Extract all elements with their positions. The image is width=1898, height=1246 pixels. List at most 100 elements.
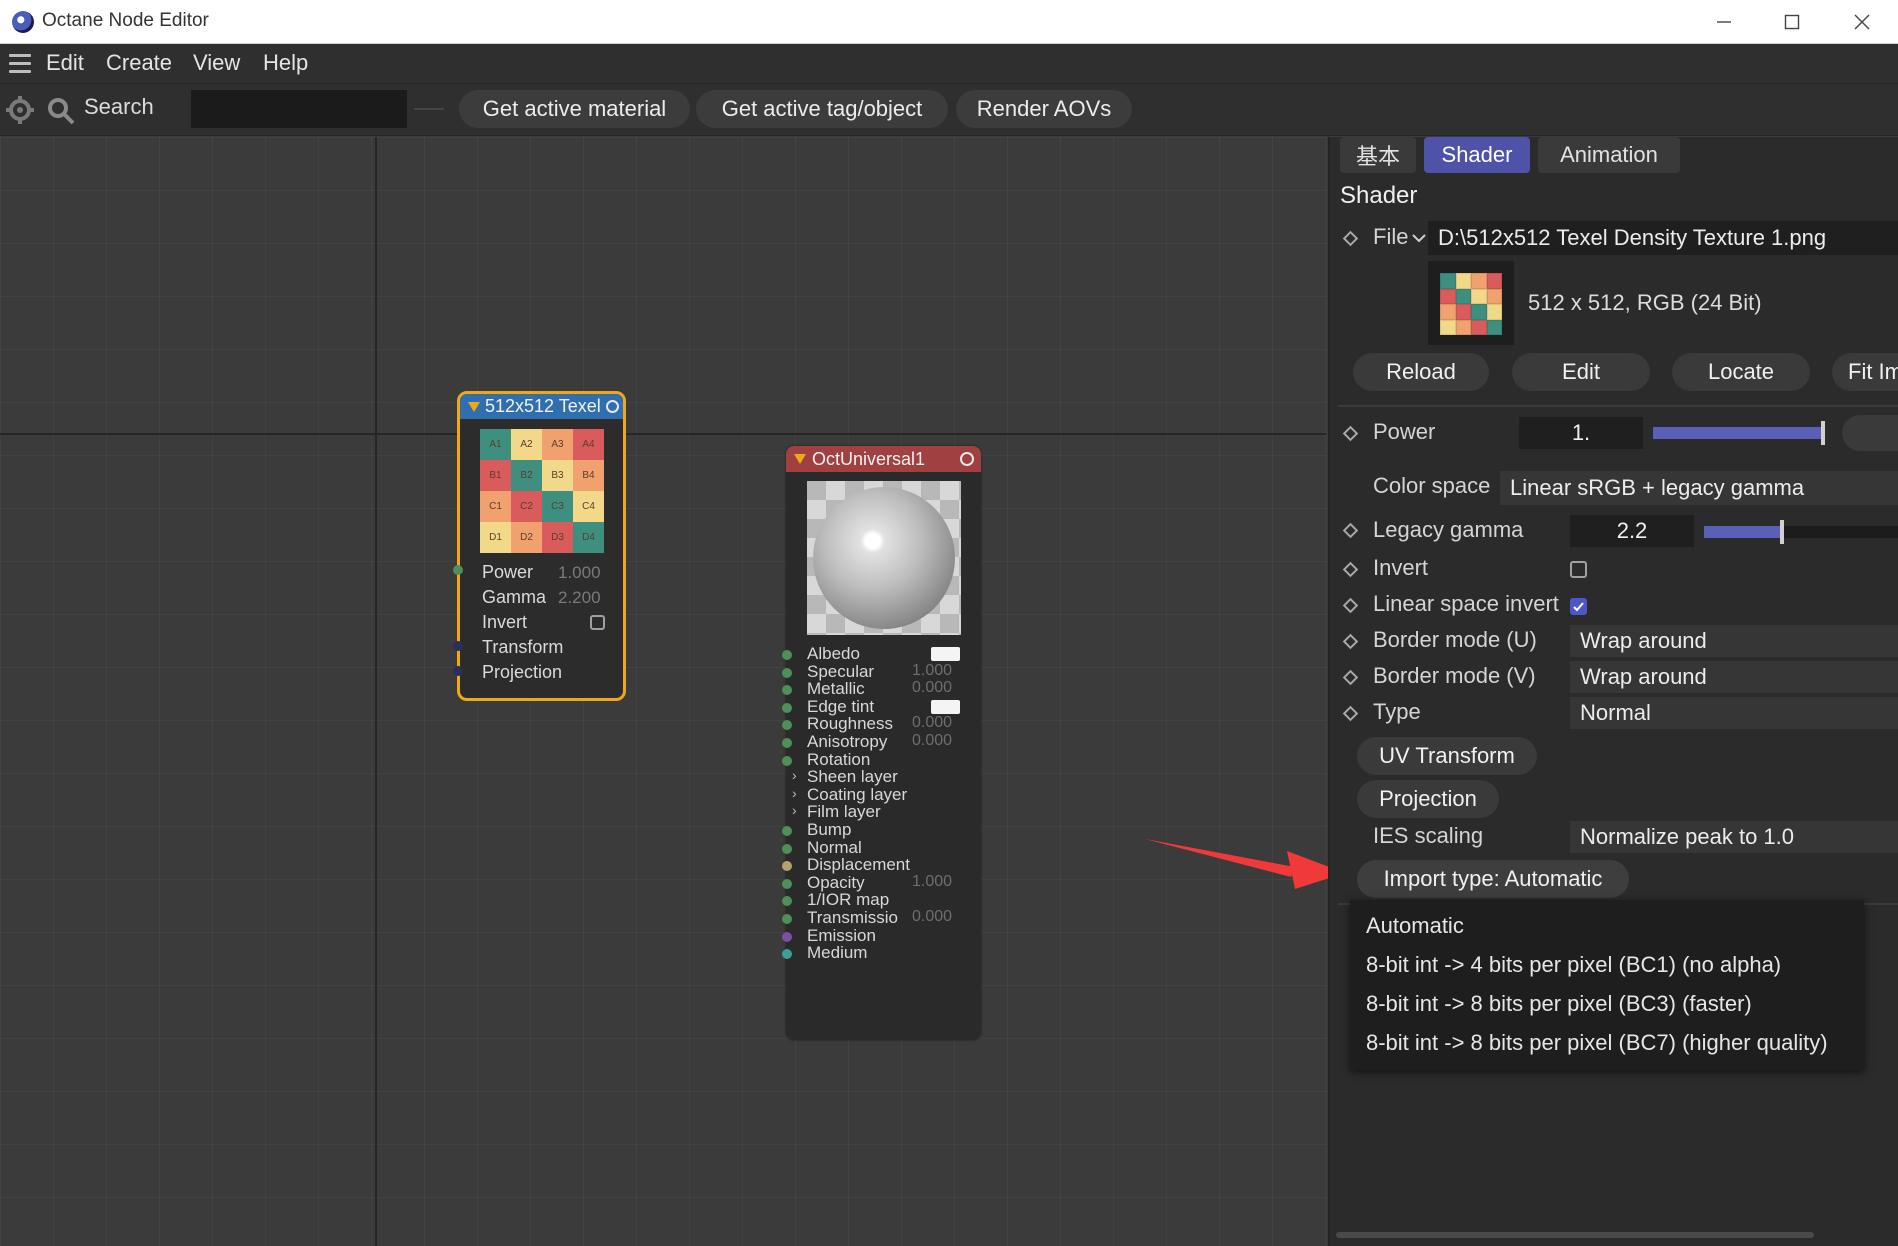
import-type-button[interactable]: Import type: Automatic [1357,860,1629,898]
chevron-right-icon[interactable]: › [792,767,797,783]
file-path-field[interactable]: D:\512x512 Texel Density Texture 1.png [1428,221,1898,255]
input-pin[interactable] [782,843,792,854]
keyframe-diamond-icon[interactable] [1342,633,1359,650]
menu-help[interactable]: Help [263,50,308,76]
collapse-triangle-icon[interactable] [794,454,806,464]
invert-checkbox[interactable] [590,615,605,630]
search-gear-icon[interactable] [44,94,76,126]
input-pin[interactable] [782,861,792,872]
input-pin[interactable] [782,949,792,960]
input-pin[interactable] [782,755,792,766]
param-power-value[interactable]: 1.000 [558,563,601,583]
tab-basic[interactable]: 基本 [1340,137,1416,173]
projection-input-pin[interactable] [453,666,463,676]
keyframe-diamond-icon[interactable] [1342,230,1359,247]
border-mode-v-select[interactable]: Wrap around [1570,661,1898,693]
param-gamma-label: Gamma [482,587,547,607]
maximize-button[interactable] [1762,4,1822,40]
dropdown-option-bc1[interactable]: 8-bit int -> 4 bits per pixel (BC1) (no … [1366,952,1781,978]
dropdown-option-automatic[interactable]: Automatic [1366,913,1464,939]
get-active-tag-object-button[interactable]: Get active tag/object [696,90,948,128]
tab-animation[interactable]: Animation [1538,137,1680,173]
chevron-right-icon[interactable]: › [792,785,797,801]
material-param-value[interactable]: 0.000 [912,679,952,697]
material-param-value[interactable]: 1.000 [912,662,952,680]
legacy-gamma-field[interactable]: 2.2 [1570,515,1694,547]
power-input-pin[interactable] [453,565,463,575]
legacy-gamma-slider-fill [1704,526,1782,538]
keyframe-diamond-icon[interactable] [1342,705,1359,722]
keyframe-diamond-icon[interactable] [1342,522,1359,539]
edit-button[interactable]: Edit [1512,353,1650,391]
input-pin[interactable] [782,878,792,889]
chevron-down-icon[interactable] [1412,233,1426,243]
settings-gear-icon[interactable] [4,94,36,126]
tab-shader[interactable]: Shader [1424,137,1530,173]
input-pin[interactable] [782,826,792,836]
keyframe-diamond-icon[interactable] [1342,597,1359,614]
minimize-button[interactable] [1694,4,1754,40]
input-pin[interactable] [782,720,792,731]
locate-button[interactable]: Locate [1672,353,1810,391]
material-param-row[interactable]: Medium [782,943,981,964]
output-port-icon[interactable] [960,452,974,466]
uv-transform-button[interactable]: UV Transform [1357,737,1537,775]
keyframe-diamond-icon[interactable] [1342,425,1359,442]
panel-horizontal-scrollbar[interactable] [1336,1232,1814,1238]
input-pin[interactable] [782,931,792,942]
border-mode-u-select[interactable]: Wrap around [1570,625,1898,657]
material-param-value[interactable]: 0.000 [912,714,952,732]
menu-view[interactable]: View [193,50,240,76]
border-mode-u-label: Border mode (U) [1373,627,1537,652]
projection-button[interactable]: Projection [1357,780,1499,818]
invert-checkbox[interactable] [1570,561,1587,578]
input-pin[interactable] [782,685,792,696]
fit-image-button[interactable]: Fit Image [1832,353,1898,391]
power-slider-knob[interactable] [1821,421,1825,445]
dropdown-option-bc7[interactable]: 8-bit int -> 8 bits per pixel (BC7) (hig… [1366,1030,1828,1056]
texture-node[interactable]: 512x512 Texel A1 A2 A3 A4 B1 B2 B3 B4 C1 C2 C3 C4 D1… [453,391,626,701]
power-extra-button[interactable] [1842,415,1898,451]
node-canvas[interactable] [0,137,1326,1246]
input-pin[interactable] [782,650,792,660]
reload-button[interactable]: Reload [1353,353,1489,391]
menu-create[interactable]: Create [106,50,172,76]
material-param-value[interactable]: 0.000 [912,908,952,926]
material-node[interactable]: OctUniversal1 Albedo Specular 1.000 Metalli… [782,446,981,1040]
output-port-icon[interactable] [606,400,619,413]
legacy-gamma-slider[interactable] [1704,520,1898,544]
param-gamma-value[interactable]: 2.200 [558,588,601,608]
render-aovs-button[interactable]: Render AOVs [956,90,1132,128]
param-projection-label: Projection [482,662,563,682]
color-space-select[interactable]: Linear sRGB + legacy gamma [1500,471,1898,505]
keyframe-diamond-icon[interactable] [1342,669,1359,686]
power-slider[interactable] [1653,421,1825,445]
power-value-field[interactable]: 1. [1519,417,1643,449]
keyframe-diamond-icon[interactable] [1342,561,1359,578]
ies-scaling-select[interactable]: Normalize peak to 1.0 [1570,821,1898,853]
search-input[interactable] [191,90,407,128]
color-swatch[interactable] [931,699,960,714]
material-node-header[interactable]: OctUniversal1 [786,446,981,472]
thumbnail-image [1440,273,1502,335]
get-active-material-button[interactable]: Get active material [459,90,690,128]
color-swatch[interactable] [931,647,960,661]
input-pin[interactable] [782,738,792,748]
collapse-triangle-icon[interactable] [468,401,480,412]
type-select[interactable]: Normal [1570,697,1898,729]
legacy-gamma-slider-knob[interactable] [1780,520,1784,544]
dropdown-option-bc3[interactable]: 8-bit int -> 8 bits per pixel (BC3) (fas… [1366,991,1752,1017]
close-button[interactable] [1832,4,1892,40]
menu-edit[interactable]: Edit [46,50,84,76]
linear-space-invert-checkbox[interactable] [1570,598,1587,615]
chevron-right-icon[interactable]: › [792,802,797,818]
input-pin[interactable] [782,914,792,924]
hamburger-menu-icon[interactable] [9,54,31,74]
transform-input-pin[interactable] [453,641,463,651]
material-param-value[interactable]: 1.000 [912,873,952,891]
texture-node-header[interactable]: 512x512 Texel [460,394,623,419]
input-pin[interactable] [782,896,792,907]
material-param-value[interactable]: 0.000 [912,732,952,750]
input-pin[interactable] [782,667,792,678]
input-pin[interactable] [782,702,792,713]
